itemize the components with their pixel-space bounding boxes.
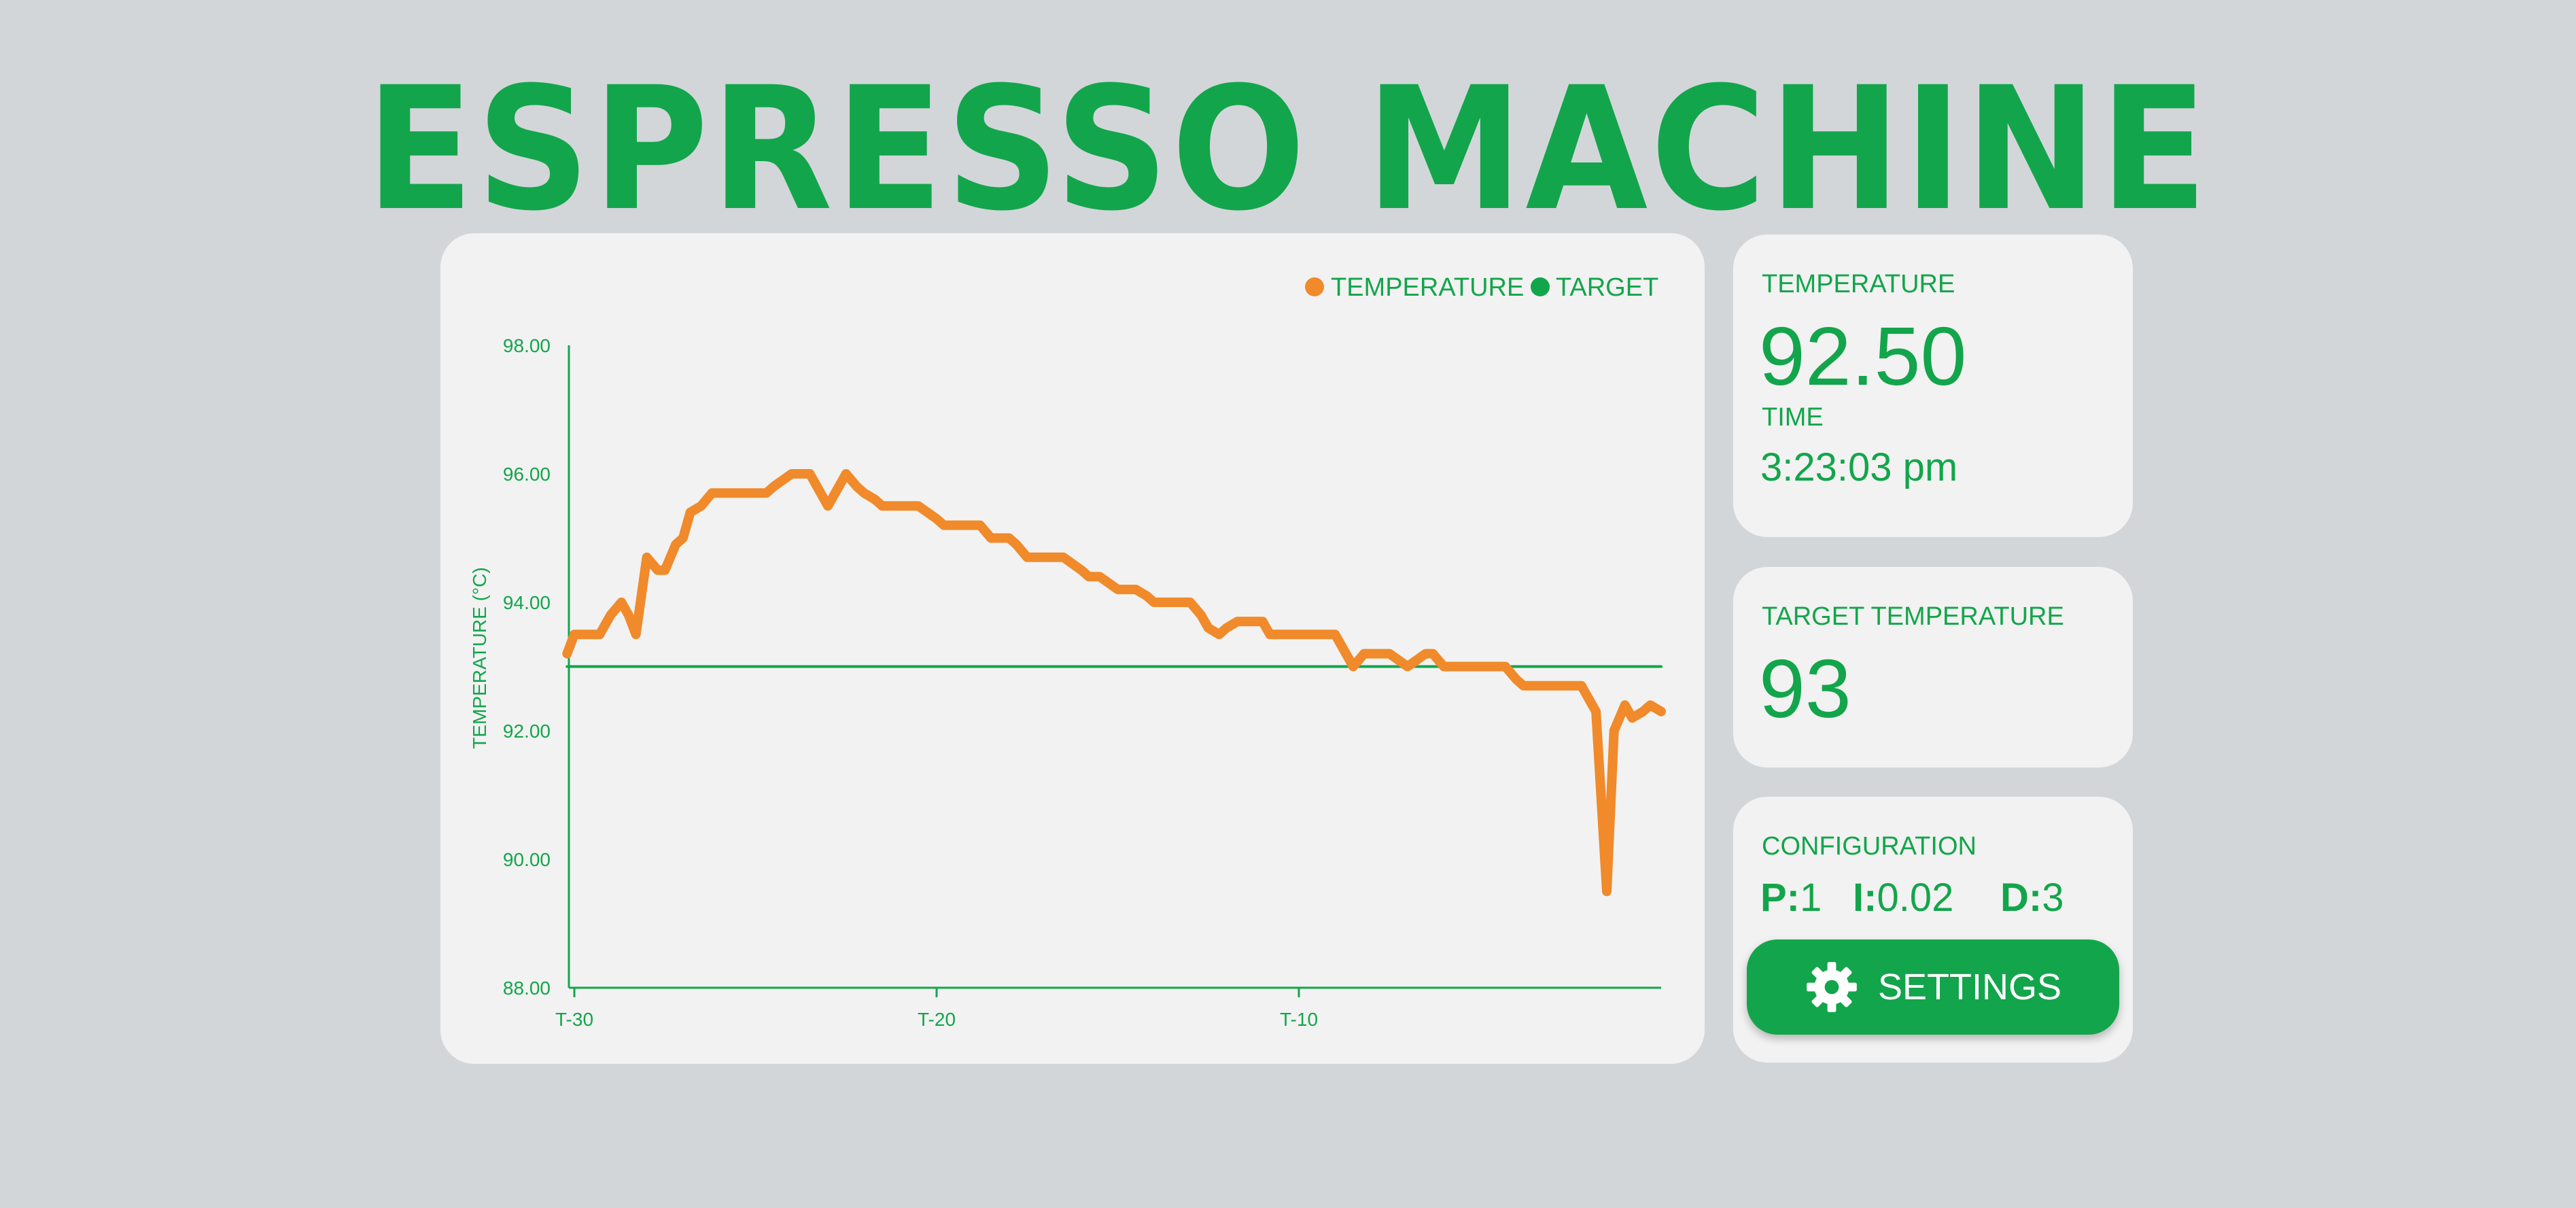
pid-d: D:3 xyxy=(2000,878,2064,918)
gear-icon xyxy=(1807,962,1857,1012)
pid-i-key: I: xyxy=(1853,876,1877,920)
x-tick-label: T-30 xyxy=(555,1009,593,1030)
pid-p-key: P: xyxy=(1760,876,1800,920)
pid-p: P:1 xyxy=(1760,878,1822,918)
configuration-label: CONFIGURATION xyxy=(1762,832,1977,861)
pid-i: I:0.02 xyxy=(1853,878,1953,918)
y-tick-label: 96.00 xyxy=(503,464,551,485)
time-label: TIME xyxy=(1762,403,1824,432)
x-tick-label: T-10 xyxy=(1280,1009,1318,1030)
configuration-panel: CONFIGURATION P:1 I:0.02 D:3 SETTINGS xyxy=(1733,797,2133,1063)
legend-target-label: TARGET xyxy=(1556,273,1658,302)
y-tick-label: 92.00 xyxy=(503,721,551,742)
pid-d-key: D: xyxy=(2000,876,2042,920)
time-value: 3:23:03 pm xyxy=(1760,445,1958,489)
target-temperature-value: 93 xyxy=(1759,642,1851,735)
legend-target-marker xyxy=(1531,277,1550,296)
legend-temperature-label: TEMPERATURE xyxy=(1331,273,1524,302)
page-title: ESPRESSO MACHINE xyxy=(366,50,2210,248)
temperature-chart: TEMPERATURE TARGET TEMPERATURE (°C) 98.0… xyxy=(469,273,1666,1030)
target-panel: TARGET TEMPERATURE 93 xyxy=(1733,567,2133,767)
legend-temperature-marker xyxy=(1305,277,1324,296)
status-panel: TEMPERATURE 92.50 TIME 3:23:03 pm xyxy=(1733,235,2133,537)
temperature-value: 92.50 xyxy=(1759,310,1967,402)
temperature-chart-card: TEMPERATURE TARGET TEMPERATURE (°C) 98.0… xyxy=(440,233,1705,1064)
pid-p-value: 1 xyxy=(1800,876,1822,920)
temperature-label: TEMPERATURE xyxy=(1762,270,1955,298)
y-tick-label: 90.00 xyxy=(503,849,551,870)
y-axis-label: TEMPERATURE (°C) xyxy=(469,567,490,748)
chart-legend: TEMPERATURE TARGET xyxy=(1305,273,1658,302)
pid-d-value: 3 xyxy=(2042,876,2064,920)
y-tick-label: 94.00 xyxy=(503,592,551,613)
temperature-line xyxy=(562,469,1666,897)
settings-button[interactable]: SETTINGS xyxy=(1747,939,2119,1035)
y-tick-label: 98.00 xyxy=(503,335,551,356)
pid-i-value: 0.02 xyxy=(1877,876,1954,920)
y-tick-label: 88.00 xyxy=(503,978,551,999)
settings-button-label: SETTINGS xyxy=(1877,967,2062,1007)
x-tick-label: T-20 xyxy=(918,1009,956,1030)
target-temperature-label: TARGET TEMPERATURE xyxy=(1762,602,2064,631)
